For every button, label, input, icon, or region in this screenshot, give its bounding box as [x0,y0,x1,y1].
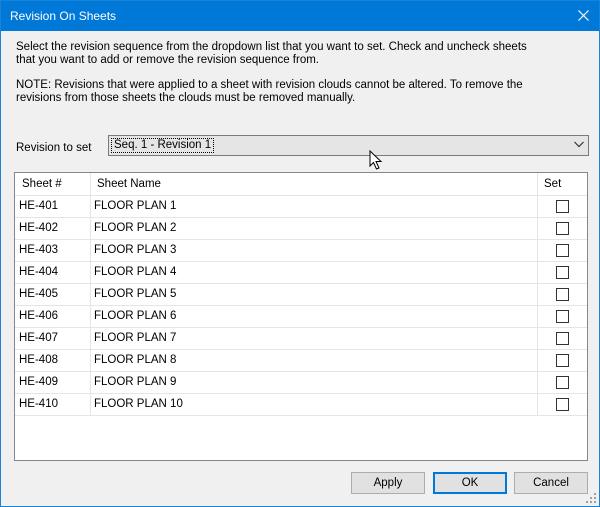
sheet-name-cell: FLOOR PLAN 3 [94,244,177,256]
set-checkbox[interactable] [556,222,569,235]
sheet-name-cell: FLOOR PLAN 1 [94,200,177,212]
table-row[interactable]: HE-402 FLOOR PLAN 2 [15,217,587,240]
set-checkbox[interactable] [556,310,569,323]
sheet-number-cell: HE-408 [19,354,58,366]
chevron-down-icon [574,141,584,148]
note-text: NOTE: Revisions that were applied to a s… [16,79,576,105]
sheet-number-cell: HE-403 [19,244,58,256]
sheet-number-cell: HE-404 [19,266,58,278]
note-line-2: revisions from those sheets the clouds m… [16,92,356,104]
sheet-name-cell: FLOOR PLAN 7 [94,332,177,344]
column-divider [537,173,538,415]
sheet-name-cell: FLOOR PLAN 6 [94,310,177,322]
title-bar[interactable]: Revision On Sheets [1,1,599,31]
sheet-number-cell: HE-407 [19,332,58,344]
table-header: Sheet # Sheet Name Set [15,173,587,196]
sheet-number-cell: HE-410 [19,398,58,410]
sheet-number-cell: HE-402 [19,222,58,234]
resize-grip-icon[interactable] [586,493,596,503]
set-checkbox[interactable] [556,288,569,301]
note-line-1: NOTE: Revisions that were applied to a s… [16,79,523,91]
set-checkbox[interactable] [556,266,569,279]
column-divider [90,173,91,415]
table-row[interactable]: HE-406 FLOOR PLAN 6 [15,305,587,328]
sheet-name-cell: FLOOR PLAN 5 [94,288,177,300]
sheet-number-cell: HE-406 [19,310,58,322]
set-checkbox[interactable] [556,398,569,411]
window-title: Revision On Sheets [10,9,117,23]
cancel-button[interactable]: Cancel [514,472,588,494]
sheet-name-cell: FLOOR PLAN 2 [94,222,177,234]
header-set[interactable]: Set [544,173,561,195]
table-row[interactable]: HE-407 FLOOR PLAN 7 [15,327,587,350]
table-row[interactable]: HE-404 FLOOR PLAN 4 [15,261,587,284]
sheet-name-cell: FLOOR PLAN 4 [94,266,177,278]
instructions-line-1: Select the revision sequence from the dr… [16,41,527,53]
sheet-name-cell: FLOOR PLAN 10 [94,398,183,410]
sheet-number-cell: HE-405 [19,288,58,300]
table-row[interactable]: HE-408 FLOOR PLAN 8 [15,349,587,372]
header-sheet-name[interactable]: Sheet Name [97,173,161,195]
revision-dropdown[interactable]: Seq. 1 - Revision 1 [108,135,589,156]
close-button[interactable] [569,1,599,31]
close-icon [578,10,589,21]
sheet-name-cell: FLOOR PLAN 8 [94,354,177,366]
table-row[interactable]: HE-405 FLOOR PLAN 5 [15,283,587,306]
sheet-number-cell: HE-401 [19,200,58,212]
apply-button[interactable]: Apply [351,472,425,494]
ok-button[interactable]: OK [433,472,507,494]
instructions-line-2: that you want to add or remove the revis… [16,54,319,66]
table-row[interactable]: HE-401 FLOOR PLAN 1 [15,195,587,218]
set-checkbox[interactable] [556,244,569,257]
table-row[interactable]: HE-409 FLOOR PLAN 9 [15,371,587,394]
sheets-table[interactable]: Sheet # Sheet Name Set HE-401 FLOOR PLAN … [14,172,588,461]
revision-label: Revision to set [16,142,92,154]
set-checkbox[interactable] [556,354,569,367]
header-sheet-number[interactable]: Sheet # [22,173,62,195]
sheet-number-cell: HE-409 [19,376,58,388]
set-checkbox[interactable] [556,332,569,345]
table-row[interactable]: HE-403 FLOOR PLAN 3 [15,239,587,262]
set-checkbox[interactable] [556,200,569,213]
revision-selected-value: Seq. 1 - Revision 1 [111,138,215,153]
mouse-cursor-icon [369,150,383,170]
table-row[interactable]: HE-410 FLOOR PLAN 10 [15,393,587,416]
set-checkbox[interactable] [556,376,569,389]
instructions-text: Select the revision sequence from the dr… [16,41,576,67]
revision-on-sheets-dialog: Revision On Sheets Select the revision s… [0,0,600,507]
sheet-name-cell: FLOOR PLAN 9 [94,376,177,388]
